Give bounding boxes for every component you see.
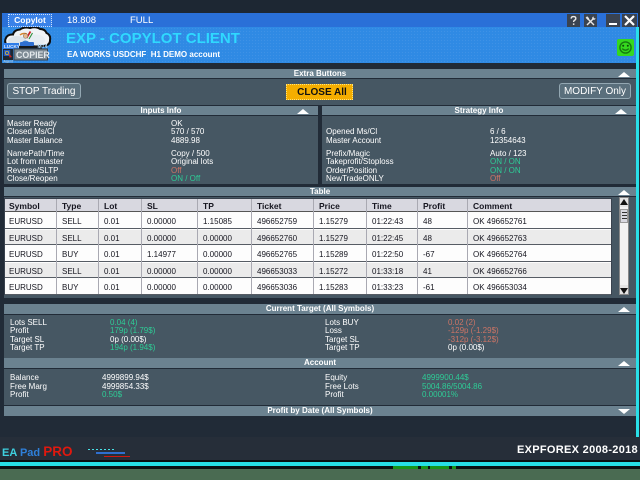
svg-text:Agent: Agent: [4, 60, 13, 64]
svg-text:LUCKY: LUCKY: [4, 44, 20, 49]
svg-text:COPIER: COPIER: [16, 50, 50, 60]
